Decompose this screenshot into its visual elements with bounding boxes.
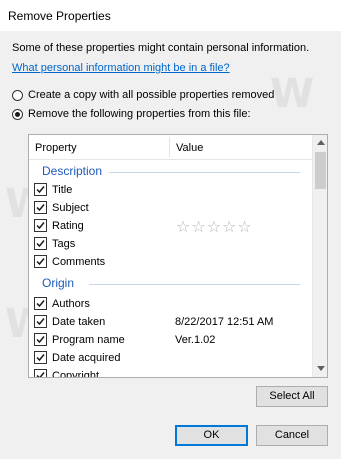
item-label: Copyright [52,370,100,378]
remove-properties-dialog: W W W Some of these properties might con… [0,31,341,459]
list-item[interactable]: Date acquired [34,349,312,367]
remove-option-label: Remove the following properties from thi… [28,108,251,120]
item-checkbox[interactable] [34,183,47,196]
window-title: Remove Properties [8,9,111,23]
item-checkbox[interactable] [34,351,47,364]
item-checkbox[interactable] [34,333,47,346]
ok-button[interactable]: OK [175,425,248,446]
list-item[interactable]: Date taken 8/22/2017 12:51 AM [34,313,312,331]
property-column-header[interactable]: Property [35,142,77,154]
item-label: Title [52,184,73,196]
item-label: Program name [52,334,125,346]
list-header: Property Value [29,135,312,160]
list-item[interactable]: Copyright [34,367,312,378]
item-label: Authors [52,298,90,310]
item-checkbox[interactable] [34,297,47,310]
info-text: Some of these properties might contain p… [12,42,310,54]
remove-option-radio[interactable] [12,108,23,120]
list-item[interactable]: Subject [34,199,312,217]
rating-stars-icon[interactable]: ☆☆☆☆☆ [176,217,253,237]
personal-info-link[interactable]: What personal information might be in a … [12,62,230,74]
item-checkbox[interactable] [34,315,47,328]
item-checkbox[interactable] [34,201,47,214]
group-title-origin: Origin [42,276,75,290]
list-item[interactable]: Rating ☆☆☆☆☆ [34,217,312,237]
properties-list[interactable]: Property Value Description Title Subject… [28,134,328,378]
item-value: 8/22/2017 12:51 AM [175,316,274,328]
item-checkbox[interactable] [34,219,47,232]
list-item[interactable]: Program name Ver.1.02 [34,331,312,349]
item-checkbox[interactable] [34,255,47,268]
scroll-up-arrow-icon[interactable] [313,135,327,151]
item-value: Ver.1.02 [175,334,216,346]
copy-option-radio-row[interactable]: Create a copy with all possible properti… [12,89,274,101]
select-all-button[interactable]: Select All [256,386,328,407]
list-item[interactable]: Tags [34,235,312,253]
column-divider[interactable] [169,137,170,157]
vertical-scrollbar[interactable] [312,135,327,377]
cancel-button[interactable]: Cancel [256,425,328,446]
list-item[interactable]: Authors [34,295,312,313]
group-divider [109,172,300,173]
item-label: Subject [52,202,89,214]
group-divider [89,284,300,285]
scroll-down-arrow-icon[interactable] [313,361,327,377]
item-label: Tags [52,238,76,250]
list-item[interactable]: Comments [34,253,312,271]
item-label: Rating [52,220,84,232]
item-label: Date acquired [52,352,121,364]
copy-option-label: Create a copy with all possible properti… [28,89,275,101]
item-checkbox[interactable] [34,237,47,250]
title-bar: Remove Properties [0,0,341,31]
value-column-header[interactable]: Value [176,142,203,154]
item-label: Comments [52,256,106,268]
scroll-thumb[interactable] [315,152,326,189]
group-title-description: Description [42,164,103,178]
item-checkbox[interactable] [34,369,47,377]
remove-option-radio-row[interactable]: Remove the following properties from thi… [12,108,251,120]
item-label: Date taken [52,316,106,328]
list-item[interactable]: Title [34,181,312,199]
copy-option-radio[interactable] [12,89,23,101]
watermark-logo-1: W [270,71,315,117]
